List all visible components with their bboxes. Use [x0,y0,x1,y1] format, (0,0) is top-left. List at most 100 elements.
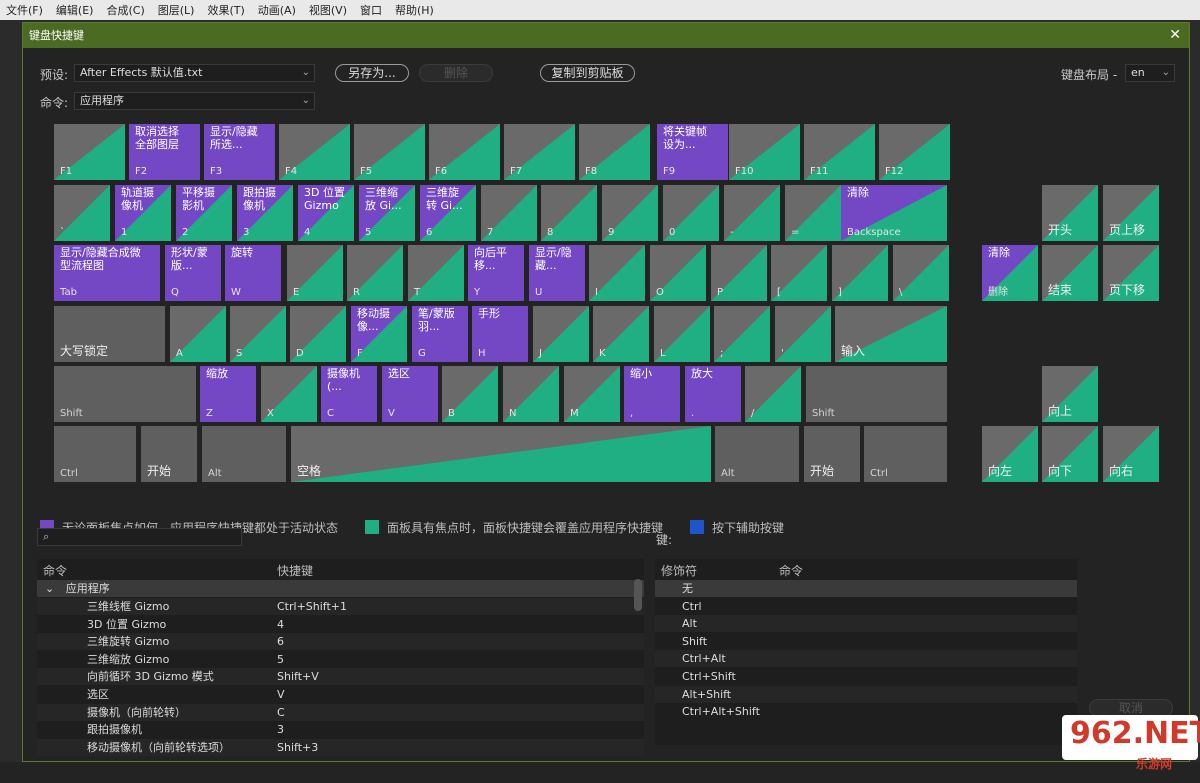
key-2[interactable]: 平移摄 影机 2 [176,185,232,241]
modifier-row[interactable]: Ctrl+Alt+Shift [655,703,1077,720]
key--[interactable]: - [724,185,780,241]
key-大写锁定[interactable]: 大写锁定 [54,306,165,362]
menu-item[interactable]: 视图(V) [309,2,347,18]
key-4[interactable]: 3D 位置 Gizmo 4 [298,185,354,241]
key-页上移[interactable]: 页上移 [1103,185,1159,241]
menu-item[interactable]: 文件(F) [6,2,43,18]
modifier-row[interactable]: Alt+Shift [655,685,1077,703]
key-.[interactable]: 放大. [685,366,741,422]
key-][interactable]: ] [832,245,888,301]
key-F4[interactable]: F4 [279,124,350,180]
search-input[interactable]: ⌕ [37,528,242,546]
table-row[interactable]: 摄像机（向前轮转） C [37,703,644,721]
menu-item[interactable]: 编辑(E) [56,2,94,18]
column-modifier[interactable]: 修饰符 [661,562,697,579]
key-F11[interactable]: F11 [804,124,875,180]
key-I[interactable]: I [589,245,645,301]
key-'[interactable]: ' [775,306,831,362]
key-V[interactable]: 选区 V [382,366,438,422]
key-F7[interactable]: F7 [504,124,575,180]
menu-item[interactable]: 帮助(H) [395,2,434,18]
key-F6[interactable]: F6 [429,124,500,180]
key-8[interactable]: 8 [541,185,597,241]
menu-item[interactable]: 动画(A) [258,2,296,18]
key-N[interactable]: N [503,366,559,422]
key-F9[interactable]: 将关键帧 设为... F9 [657,124,728,180]
menu-item[interactable]: 合成(C) [106,2,144,18]
key-E[interactable]: E [287,245,343,301]
key-Q[interactable]: 形状/蒙 版... Q [165,245,221,301]
preset-dropdown[interactable]: After Effects 默认值.txt ⌄ [74,64,315,82]
modifier-row[interactable]: 无 [655,580,1077,597]
key-开始[interactable]: 开始 [141,426,197,482]
key-,[interactable]: 缩小, [624,366,680,422]
key-K[interactable]: K [593,306,649,362]
column-command[interactable]: 命令 [43,562,67,579]
key-H[interactable]: 手形 H [472,306,528,362]
key-5[interactable]: 三维缩 放 Gi... 5 [359,185,415,241]
key-Y[interactable]: 向后平 移... Y [468,245,524,301]
key-M[interactable]: M [564,366,620,422]
key-Z[interactable]: 缩放 Z [200,366,256,422]
modifier-row[interactable]: Ctrl+Shift [655,668,1077,685]
modifier-row[interactable]: Shift [655,633,1077,650]
menu-item[interactable]: 窗口 [360,2,382,18]
modifier-row[interactable]: Ctrl+Alt [655,650,1077,668]
key-P[interactable]: P [711,245,767,301]
key-输入[interactable]: 输入 [835,306,947,362]
table-row[interactable]: 移动摄像机（向前轮转选项） Shift+3 [37,738,644,756]
table-row[interactable]: 三维线框 Gizmo Ctrl+Shift+1 [37,598,644,615]
key-S[interactable]: S [230,306,286,362]
key-T[interactable]: T [408,245,464,301]
key-C[interactable]: 摄像机 (... C [321,366,377,422]
key-F10[interactable]: F10 [729,124,800,180]
keyboard-layout-dropdown[interactable]: en ⌄ [1125,64,1175,82]
key-空格[interactable]: 空格 [291,426,711,482]
key-Ctrl[interactable]: Ctrl [864,426,947,482]
modifier-row[interactable]: Ctrl [655,598,1077,615]
key-`[interactable]: ` [54,185,110,241]
group-row[interactable]: ⌄ 应用程序 [37,580,644,597]
key-Shift[interactable]: Shift [806,366,947,422]
delete-button[interactable]: 删除 [419,64,493,82]
key-J[interactable]: J [533,306,589,362]
key-7[interactable]: 7 [481,185,537,241]
command-dropdown[interactable]: 应用程序 ⌄ [74,92,315,110]
key-删除[interactable]: 清除 删除 [982,245,1038,301]
scrollbar-thumb[interactable] [634,579,642,611]
key-Tab[interactable]: 显示/隐藏合成微 型流程图 Tab [54,245,160,301]
key-/[interactable]: / [745,366,801,422]
key-向下[interactable]: 向下 [1042,426,1098,482]
table-row[interactable]: 3D 位置 Gizmo 4 [37,616,644,633]
menu-item[interactable]: 效果(T) [207,2,244,18]
table-row[interactable]: 选区 V [37,686,644,703]
key-Alt[interactable]: Alt [715,426,799,482]
key-\[interactable]: \ [893,245,949,301]
key-3[interactable]: 跟拍摄 像机 3 [237,185,293,241]
key-Alt[interactable]: Alt [202,426,286,482]
key-向右[interactable]: 向右 [1103,426,1159,482]
key-W[interactable]: 旋转 W [225,245,281,301]
key-G[interactable]: 笔/蒙版 羽... G [412,306,468,362]
key-O[interactable]: O [650,245,706,301]
key-向左[interactable]: 向左 [982,426,1038,482]
table-row[interactable]: 三维缩放 Gizmo 5 [37,651,644,668]
close-icon[interactable]: ✕ [1169,23,1181,48]
key-=[interactable]: = [785,185,841,241]
key-D[interactable]: D [290,306,346,362]
key-B[interactable]: B [442,366,498,422]
table-row[interactable]: 跟拍摄像机 3 [37,721,644,738]
column-command[interactable]: 命令 [779,562,803,579]
key-F3[interactable]: 显示/隐藏 所选... F3 [204,124,275,180]
key-开头[interactable]: 开头 [1042,185,1098,241]
modifier-row[interactable]: Alt [655,615,1077,633]
key-F12[interactable]: F12 [879,124,950,180]
key-页下移[interactable]: 页下移 [1103,245,1159,301]
key-R[interactable]: R [347,245,403,301]
key-X[interactable]: X [261,366,317,422]
key-结束[interactable]: 结束 [1042,245,1098,301]
key-开始[interactable]: 开始 [804,426,860,482]
key-6[interactable]: 三维旋 转 Gi... 6 [420,185,476,241]
key-[[interactable]: [ [771,245,827,301]
key-;[interactable]: ; [714,306,770,362]
